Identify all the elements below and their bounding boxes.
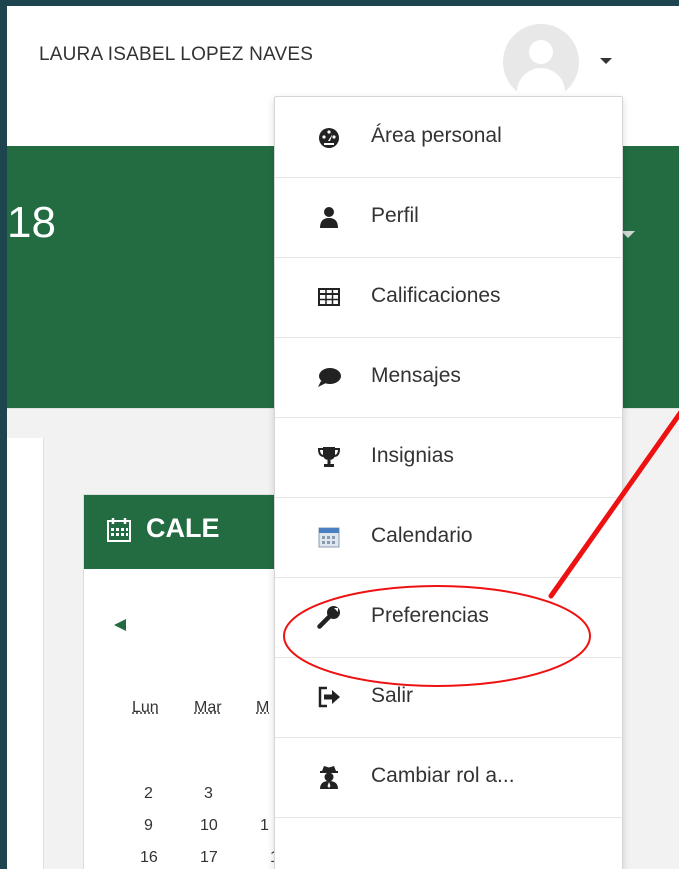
annotation-circle: [283, 585, 591, 687]
page-frame: LAURA ISABEL LOPEZ NAVES 18 CALE Lun Mar…: [7, 6, 679, 869]
annotation-pointer-line: [548, 410, 679, 599]
annotation-overlay: [283, 410, 679, 687]
